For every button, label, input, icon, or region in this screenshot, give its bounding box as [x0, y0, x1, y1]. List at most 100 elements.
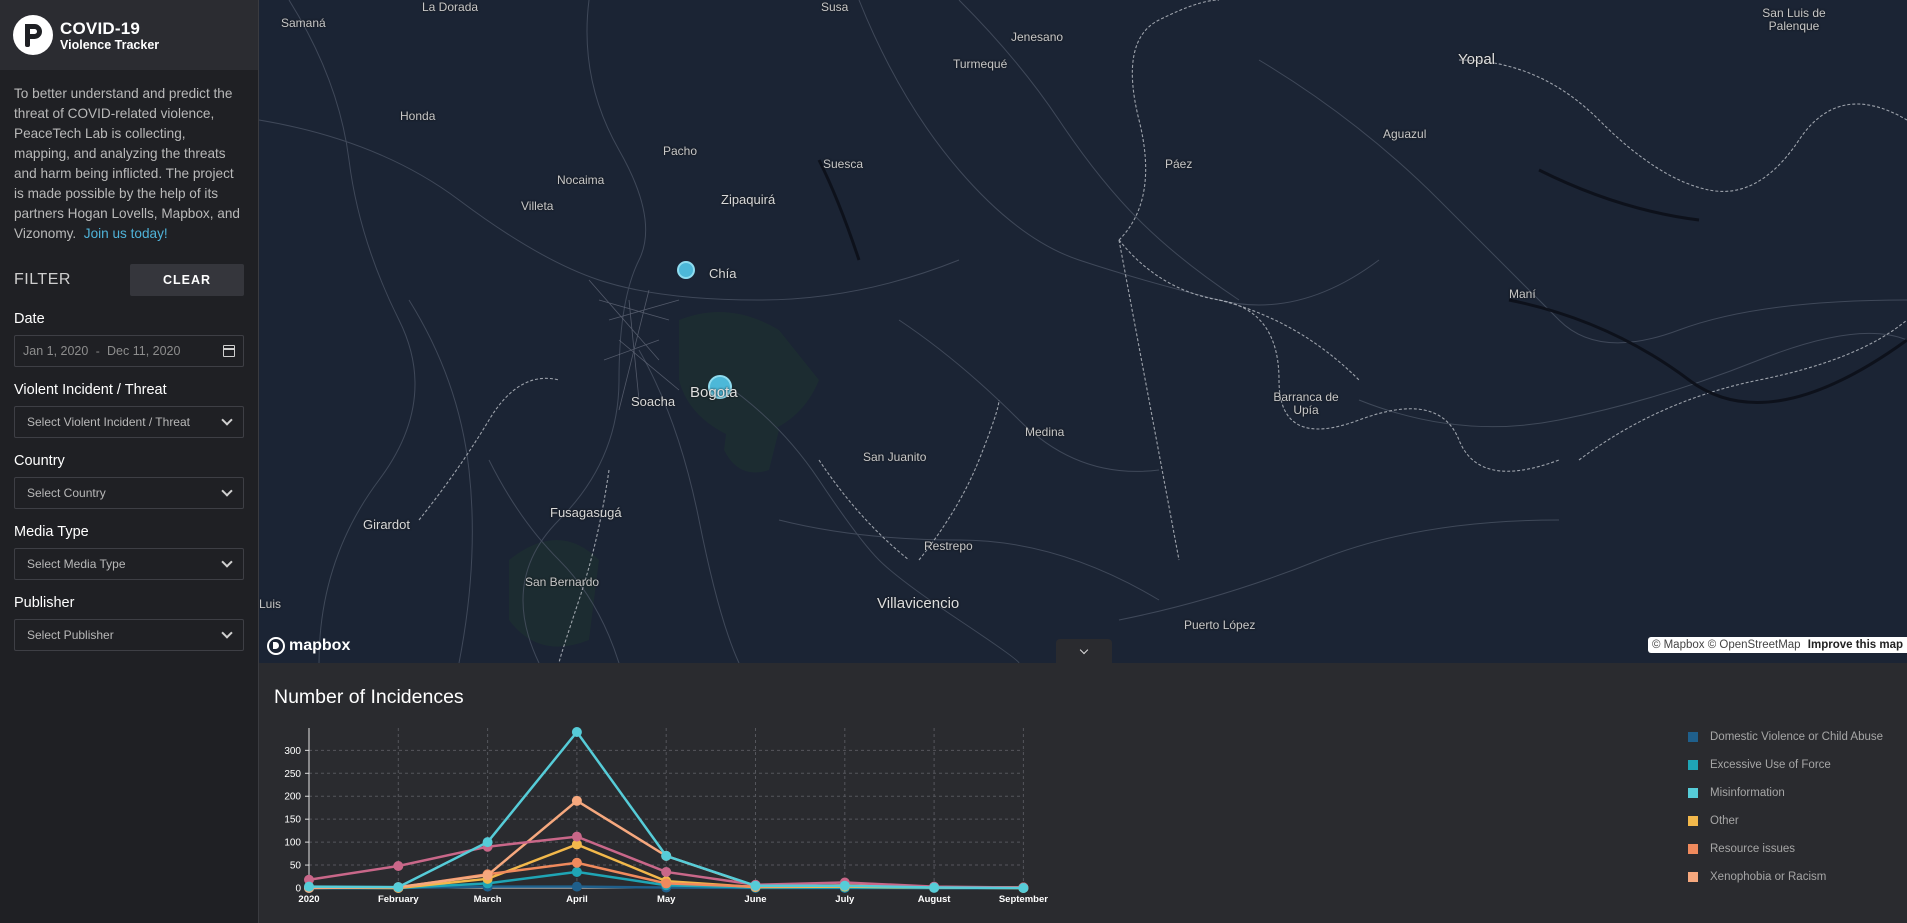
y-tick-label: 250: [284, 769, 301, 780]
legend-swatch: [1688, 872, 1698, 882]
publisher-label: Publisher: [14, 595, 75, 611]
y-tick-label: 150: [284, 815, 301, 826]
series-point[interactable]: [571, 866, 582, 877]
date-separator: -: [95, 344, 100, 358]
map-label: Nocaima: [557, 173, 605, 187]
series-point[interactable]: [393, 882, 404, 893]
y-tick-label: 100: [284, 838, 301, 849]
filter-title: FILTER: [14, 271, 71, 288]
map-label: San Juanito: [863, 450, 927, 464]
series-point[interactable]: [571, 795, 582, 806]
legend-swatch: [1688, 732, 1698, 742]
map-label: Honda: [400, 109, 436, 123]
map-label: San Bernardo: [525, 575, 600, 589]
date-end[interactable]: Dec 11, 2020: [107, 344, 180, 358]
series-point[interactable]: [661, 850, 672, 861]
map-label: Pacho: [663, 144, 698, 158]
series-point[interactable]: [571, 857, 582, 868]
series-point[interactable]: [482, 870, 493, 881]
series-point[interactable]: [661, 878, 672, 889]
series-point[interactable]: [661, 866, 672, 877]
series-point[interactable]: [750, 880, 761, 891]
map-marker[interactable]: [677, 261, 695, 279]
map-label: Zipaquirá: [721, 192, 776, 207]
calendar-icon[interactable]: [223, 345, 235, 357]
map-label: Bogota: [690, 384, 738, 401]
x-tick-label: July: [835, 894, 855, 905]
mapbox-icon: [267, 637, 285, 655]
legend-swatch: [1688, 844, 1698, 854]
brand-subtitle: Violence Tracker: [60, 37, 160, 52]
chevron-down-icon: [221, 556, 233, 568]
map-label: Jenesano: [1011, 30, 1064, 44]
map-terrain: [259, 0, 1907, 663]
series-point[interactable]: [571, 831, 582, 842]
map-label: Suesca: [823, 157, 864, 171]
series-point[interactable]: [304, 881, 314, 892]
map-attribution: © Mapbox © OpenStreetMap Improve this ma…: [1647, 637, 1907, 653]
mapbox-logo[interactable]: mapbox: [267, 637, 350, 655]
chevron-down-icon: [221, 414, 233, 426]
series-point[interactable]: [929, 882, 940, 893]
legend-label: Resource issues: [1710, 843, 1796, 855]
collapse-map-toggle[interactable]: [1056, 639, 1112, 663]
brand-text: COVID-19 Violence Tracker: [60, 19, 159, 52]
series-point[interactable]: [482, 837, 493, 848]
incidences-panel: Number of Incidences 0 50 100 150 200 250 300 2…: [259, 663, 1907, 923]
map-label: Fusagasugá: [550, 505, 622, 520]
map-label: Barranca de Upía: [1273, 390, 1339, 417]
publisher-placeholder: Select Publisher: [27, 628, 114, 642]
x-tick-label: 2020: [298, 894, 319, 905]
legend-label: Domestic Violence or Child Abuse: [1710, 731, 1884, 743]
series-point[interactable]: [571, 727, 582, 737]
map-view[interactable]: Samaná La Dorada Susa Jenesano Turmequé …: [259, 0, 1907, 663]
x-tick-label: August: [918, 894, 952, 905]
map-label: Soacha: [631, 394, 676, 409]
legend-item[interactable]: Xenophobia or Racism: [1688, 863, 1883, 891]
date-start[interactable]: Jan 1, 2020: [23, 344, 88, 358]
incidences-chart[interactable]: 0 50 100 150 200 250 300 2020 February March April…: [259, 663, 1679, 923]
legend-item[interactable]: Domestic Violence or Child Abuse: [1688, 723, 1883, 751]
chevron-down-icon: [221, 485, 233, 497]
attribution-text[interactable]: © Mapbox © OpenStreetMap: [1652, 639, 1801, 651]
legend-swatch: [1688, 760, 1698, 770]
join-link[interactable]: Join us today!: [84, 226, 168, 241]
improve-map-link[interactable]: Improve this map: [1808, 639, 1903, 651]
media-type-select[interactable]: Select Media Type: [14, 548, 244, 580]
brand-header[interactable]: COVID-19 Violence Tracker: [0, 0, 258, 70]
legend-label: Excessive Use of Force: [1710, 759, 1831, 771]
map-label: Páez: [1165, 157, 1193, 171]
series-point[interactable]: [393, 860, 404, 871]
series-point[interactable]: [571, 881, 582, 892]
legend-label: Xenophobia or Racism: [1710, 871, 1827, 883]
country-label: Country: [14, 453, 65, 469]
country-select[interactable]: Select Country: [14, 477, 244, 509]
peacetech-logo-icon: [13, 15, 53, 55]
map-label: La Dorada: [422, 0, 479, 14]
legend-swatch: [1688, 788, 1698, 798]
brand-title: COVID-19: [60, 18, 141, 38]
legend-swatch: [1688, 816, 1698, 826]
publisher-select[interactable]: Select Publisher: [14, 619, 244, 651]
media-type-label: Media Type: [14, 524, 89, 540]
legend-item[interactable]: Excessive Use of Force: [1688, 751, 1883, 779]
y-tick-label: 0: [295, 884, 301, 895]
x-tick-label: April: [566, 894, 588, 905]
y-tick-label: 200: [284, 792, 301, 803]
legend-label: Other: [1710, 815, 1739, 827]
clear-button[interactable]: CLEAR: [130, 264, 244, 296]
legend-item[interactable]: Other: [1688, 807, 1883, 835]
map-label: Chía: [709, 266, 737, 281]
country-placeholder: Select Country: [27, 486, 106, 500]
date-range-picker[interactable]: Jan 1, 2020 - Dec 11, 2020: [14, 335, 244, 367]
incident-select[interactable]: Select Violent Incident / Threat: [14, 406, 244, 438]
legend-label: Misinformation: [1710, 787, 1785, 799]
legend-item[interactable]: Misinformation: [1688, 779, 1883, 807]
map-label: Samaná: [281, 16, 326, 30]
series-point[interactable]: [839, 880, 850, 891]
x-tick-label: February: [378, 894, 419, 905]
map-label: Turmequé: [953, 57, 1008, 71]
series-point[interactable]: [1018, 883, 1029, 893]
incident-placeholder: Select Violent Incident / Threat: [27, 415, 190, 429]
legend-item[interactable]: Resource issues: [1688, 835, 1883, 863]
